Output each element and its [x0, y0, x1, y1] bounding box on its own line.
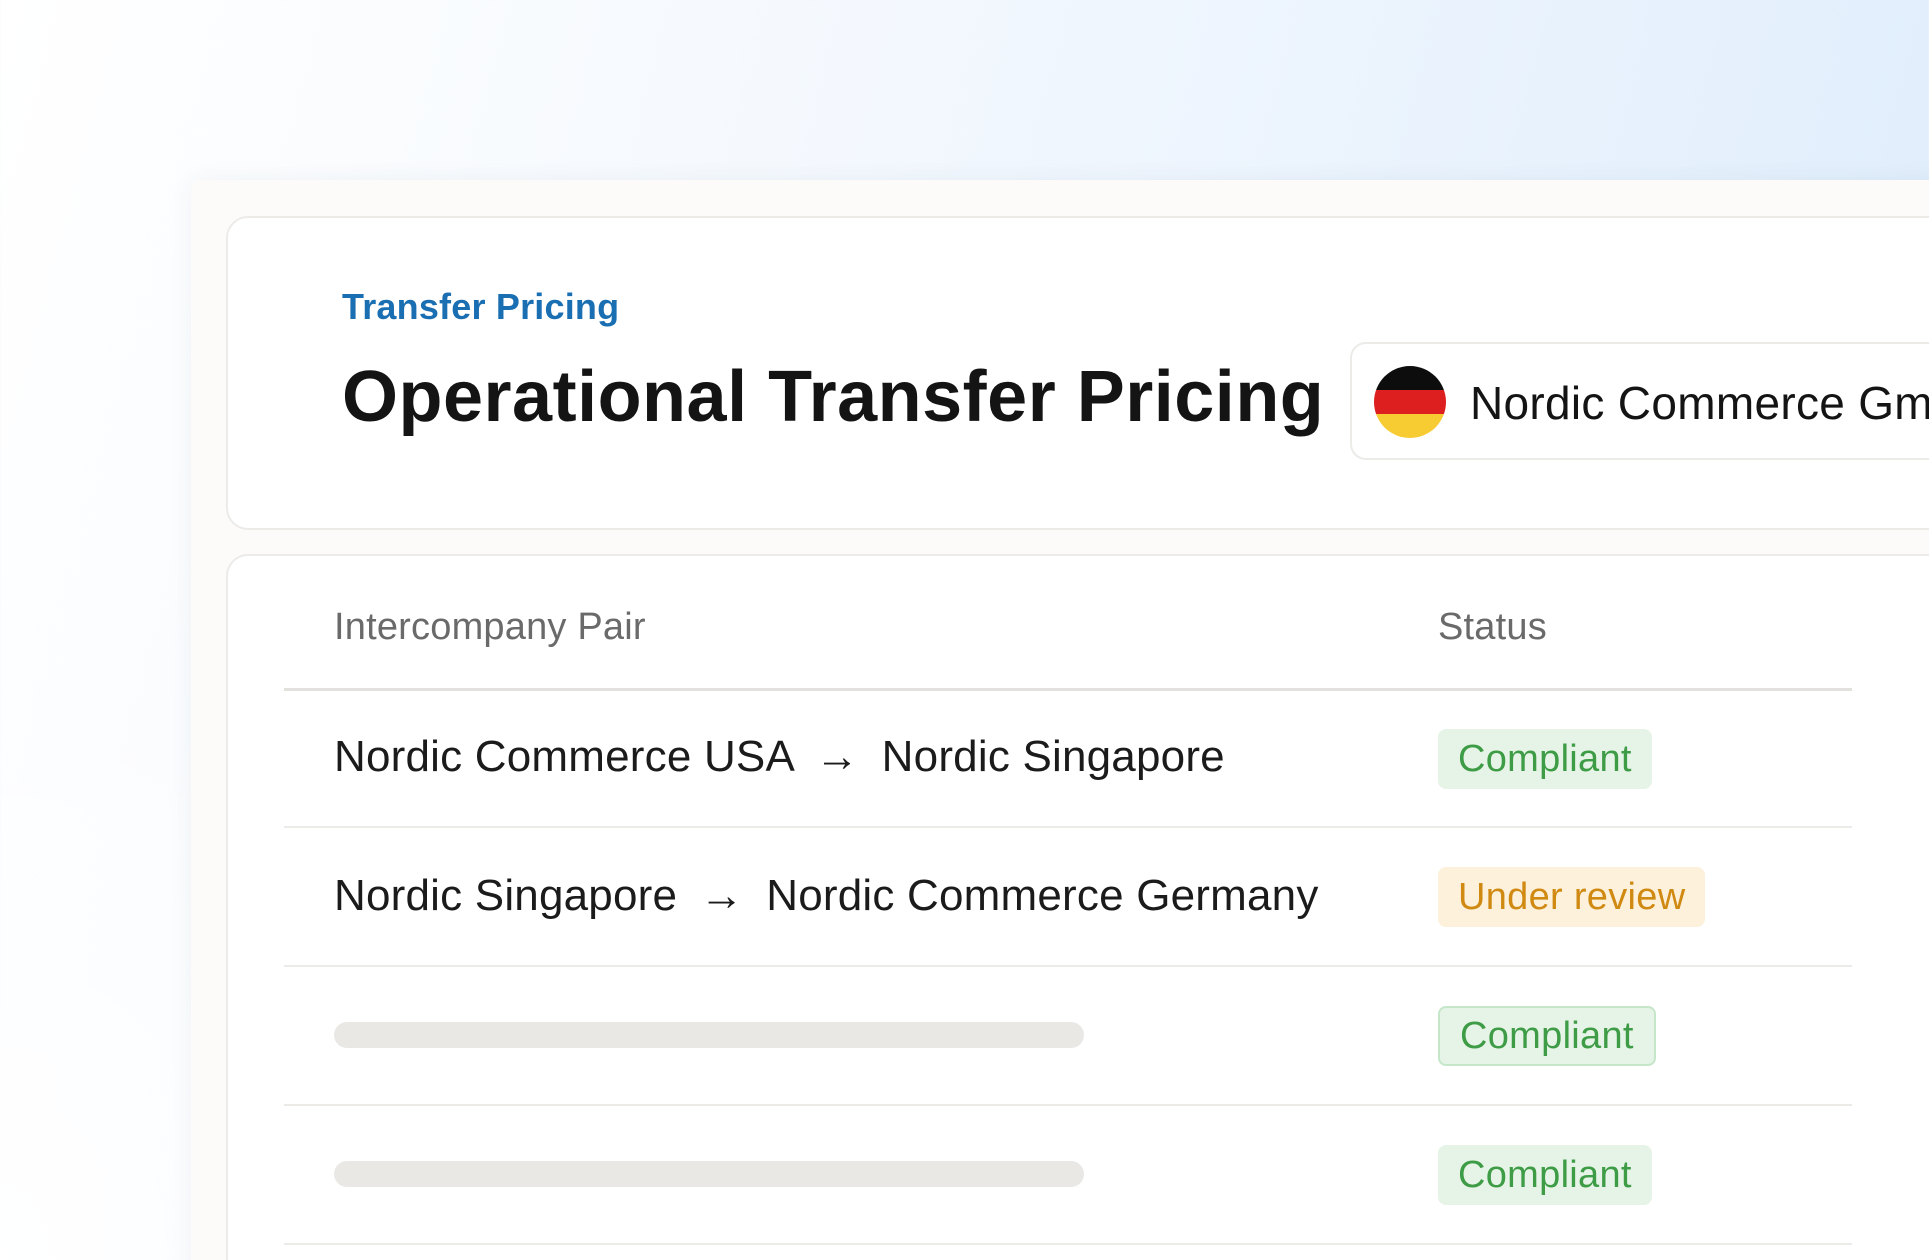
column-header-status[interactable]: Status [1438, 606, 1547, 649]
entity-selector-value: Nordic Commerce Gm [1470, 377, 1929, 429]
column-header-pair[interactable]: Intercompany Pair [334, 606, 646, 649]
status-badge: Compliant [1438, 729, 1652, 789]
table-row-pair[interactable]: Nordic Commerce USA → Nordic Singapore [334, 732, 1225, 782]
pair-to: Nordic Commerce Germany [766, 871, 1319, 920]
loading-placeholder [334, 1161, 1084, 1187]
row-divider [284, 965, 1852, 967]
pair-to: Nordic Singapore [881, 732, 1225, 781]
status-badge: Compliant [1438, 1145, 1652, 1205]
row-divider [284, 1104, 1852, 1106]
loading-placeholder [334, 1022, 1084, 1048]
germany-flag-icon [1374, 366, 1446, 438]
header-divider [284, 688, 1852, 691]
page-title: Operational Transfer Pricing [342, 357, 1325, 437]
table-row-pair[interactable]: Nordic Singapore → Nordic Commerce Germa… [334, 871, 1319, 921]
pair-from: Nordic Singapore [334, 871, 678, 920]
arrow-right-icon: → [815, 732, 860, 781]
status-badge: Under review [1438, 867, 1706, 927]
pair-from: Nordic Commerce USA [334, 732, 793, 781]
section-eyebrow: Transfer Pricing [342, 286, 620, 327]
arrow-right-icon: → [699, 871, 744, 920]
status-badge: Compliant [1438, 1006, 1656, 1066]
entity-selector[interactable]: Nordic Commerce Gm [1350, 342, 1929, 460]
row-divider [284, 1243, 1852, 1245]
row-divider [284, 826, 1852, 828]
